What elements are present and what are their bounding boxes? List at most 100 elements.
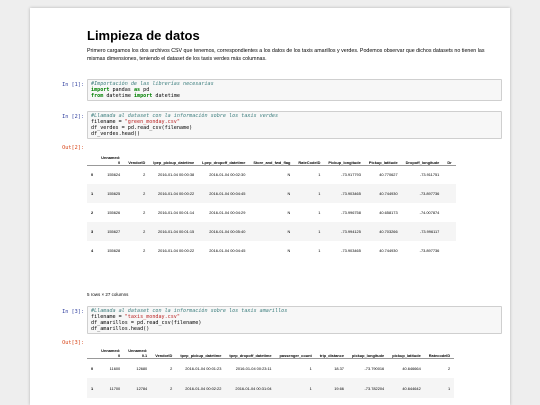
row-index: 3 [87, 222, 98, 241]
table-cell: 2 [143, 210, 146, 215]
column-header: Dropoff_longitude [401, 150, 444, 166]
column-header: RateCodeID [294, 150, 325, 166]
table-row: 2 155626 2 2016-01-04 00:01:14 2016-01-04 00… [87, 203, 456, 222]
table-cell: 2 [143, 172, 146, 178]
table-cell: 2 [124, 184, 150, 203]
column-header: pickup_longitude [347, 343, 389, 359]
table-cell: 2016-01-04 00:05:40 [198, 222, 250, 241]
table-cell: 2016-01-04 00:04:45 [198, 184, 250, 203]
table-cell: 2016-01-04 00:01:23 [185, 365, 222, 371]
table-row-count: 5 rows × 27 columns [87, 292, 129, 297]
table-cell: -73.897736 [419, 248, 440, 253]
input-prompt-3: In [3]: [62, 309, 84, 315]
column-header: passenger_count [275, 343, 316, 359]
table-cell: 1 [318, 172, 321, 178]
table-row: 0 11600 12680 2 2016-01-04 00:01:23 2016-01-0… [87, 358, 454, 378]
table-cell: 2016-01-04 00:00:22 [149, 184, 199, 203]
table-cell: -73.903465 [341, 248, 361, 253]
table-cell: 2016-01-04 00:02:30 [209, 172, 246, 178]
table-cell: 40.658173 [379, 210, 398, 215]
column-header: Store_and_fwd_flag [249, 150, 295, 166]
table-cell: -74.007874 [419, 210, 440, 215]
table-cell: -73.903465 [324, 184, 365, 203]
column-header: Lpep_dropoff_datetime [198, 150, 250, 166]
table-cell: 1 [294, 184, 325, 203]
input-prompt-2: In [2]: [62, 114, 84, 120]
table-cell: 2016-01-04 00:01:15 [149, 222, 199, 241]
code-token: datetime [152, 93, 180, 99]
table-cell [443, 241, 455, 260]
table-cell: -73.996758 [341, 210, 361, 215]
table-cell: 2016-01-04 00:31:04 [225, 378, 276, 398]
table-cell: 19.66 [315, 378, 348, 398]
table-cell: -73.790016 [364, 365, 385, 371]
table-cell: 2 [143, 248, 146, 253]
code-line: df_verdes.head() [91, 131, 498, 137]
table-cell: 2 [447, 365, 451, 371]
table-row: 4 155628 2 2016-01-04 00:00:22 2016-01-04 00… [87, 241, 456, 260]
column-header: Pickup_latitude [364, 150, 402, 166]
column-header: RatecodeID [424, 343, 455, 359]
table-cell: 40.770627 [379, 172, 398, 178]
column-header: tpep_pickup_datetime [176, 343, 226, 359]
row-index: 0 [91, 172, 94, 178]
table-cell: 2016-01-04 00:00:22 [158, 248, 195, 253]
table-cell [443, 203, 455, 222]
table-cell: 155625 [97, 184, 125, 203]
column-header: Unnamed: 0 [97, 343, 125, 359]
code-token: import [133, 93, 153, 99]
table-cell: 18.37 [334, 365, 344, 371]
table-header-row: Unnamed: 0 Unnamed: 0.1 VendorID tpep_pickup_… [87, 343, 455, 359]
table-cell: N [249, 222, 295, 241]
table-cell: 2 [124, 222, 150, 241]
table-cell: -73.996117 [401, 222, 444, 241]
table-cell: 1 [318, 248, 321, 253]
table-cell: 155624 [107, 172, 121, 178]
table-cell: 155627 [97, 222, 125, 241]
code-line: df_amarillos.head() [91, 326, 498, 332]
column-header: trip_distance [315, 343, 348, 359]
table-cell: 2016-01-04 00:02:22 [176, 378, 226, 398]
table-cell: N [287, 210, 291, 215]
table-cell: 155628 [107, 248, 121, 253]
table-cell: 2016-01-04 00:04:45 [209, 248, 246, 253]
green-taxis-table: Unnamed: 0 VendorID lpep_pickup_datetime Lpe… [87, 150, 456, 260]
table-cell [443, 222, 456, 241]
notebook-page: Limpieza de datos Primero cargamos los d… [30, 8, 510, 405]
output-prompt-3: Out[3]: [62, 340, 84, 346]
table-row: 0 155624 2 2016-01-04 00:00:38 2016-01-04 00… [87, 165, 456, 184]
yellow-taxis-table: Unnamed: 0 Unnamed: 0.1 VendorID tpep_pickup_… [87, 343, 455, 398]
column-header: pickup_latitude [388, 343, 425, 359]
table-cell: 155626 [107, 210, 121, 215]
table-cell: 40.646664 [402, 365, 421, 371]
table-cell: 2 [170, 365, 173, 371]
table-header-row: Unnamed: 0 VendorID lpep_pickup_datetime Lpe… [87, 150, 456, 166]
column-header: tpep_dropoff_datetime [225, 343, 276, 359]
table-cell: 12680 [136, 365, 148, 371]
code-token: datetime [103, 93, 134, 99]
column-header: Dr [443, 150, 456, 166]
column-header: lpep_pickup_datetime [149, 150, 199, 166]
table-cell [443, 165, 455, 184]
code-cell-1[interactable]: #Importación de las librerías necesarias… [87, 79, 502, 101]
column-header: VendorID [124, 150, 150, 166]
output-prompt-2: Out[2]: [62, 145, 84, 151]
table-cell: 11700 [97, 378, 125, 398]
table-cell: -73.911751 [419, 172, 440, 178]
code-cell-2[interactable]: #Llamada al dataset con la información s… [87, 111, 502, 139]
row-index: 4 [91, 248, 94, 253]
table-cell: 2016-01-04 00:04:29 [209, 210, 246, 215]
input-prompt-1: In [1]: [62, 82, 84, 88]
code-token: df_amarillos.head() [91, 326, 150, 332]
table-cell: 2 [151, 378, 177, 398]
code-cell-3[interactable]: #Llamada al dataset con la información s… [87, 306, 502, 334]
table-cell [443, 184, 456, 203]
table-cell: -73.994125 [324, 222, 365, 241]
table-cell: 40.644642 [388, 378, 425, 398]
table-cell: -73.897736 [401, 184, 444, 203]
code-token: from [91, 93, 104, 99]
table-cell: 2016-01-04 00:01:14 [158, 210, 195, 215]
column-header: Unnamed: 0.1 [124, 343, 152, 359]
table-cell: 1 [309, 365, 312, 371]
code-token: df_verdes.head() [91, 131, 141, 137]
